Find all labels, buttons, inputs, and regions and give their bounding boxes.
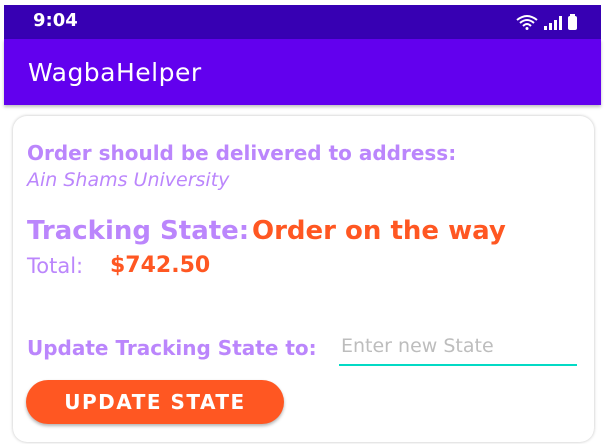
- wifi-icon: [516, 15, 538, 30]
- total-label: Total:: [27, 254, 84, 278]
- total-value: $742.50: [110, 253, 211, 278]
- app-title: WagbaHelper: [28, 58, 202, 87]
- update-state-label: Update Tracking State to:: [27, 336, 317, 360]
- deliver-address-label: Order should be delivered to address:: [27, 141, 457, 165]
- tracking-state-value: Order on the way: [252, 216, 506, 246]
- delivery-address: Ain Shams University: [27, 169, 230, 191]
- tracking-state-label: Tracking State:: [27, 216, 250, 246]
- update-state-button[interactable]: UPDATE STATE: [26, 380, 284, 424]
- status-bar: 9:04: [4, 5, 601, 39]
- app-bar: WagbaHelper: [4, 39, 601, 105]
- order-card: Order should be delivered to address: Ai…: [13, 116, 594, 442]
- new-state-input[interactable]: [339, 330, 577, 366]
- signal-icon: [544, 16, 562, 30]
- status-icons: [516, 14, 577, 30]
- battery-icon: [568, 14, 577, 30]
- status-time: 9:04: [33, 10, 78, 31]
